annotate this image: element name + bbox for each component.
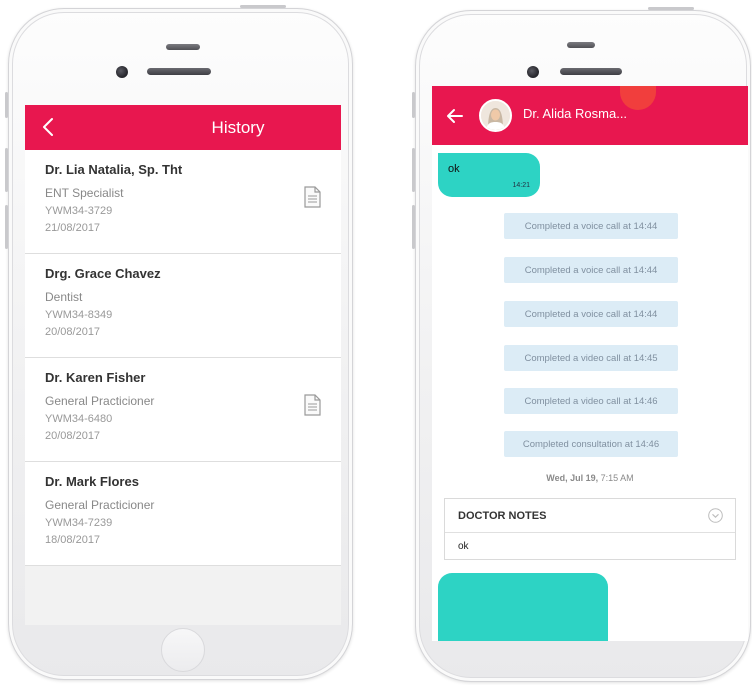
system-message: Completed a video call at 14:45 — [504, 345, 678, 371]
system-message: Completed a video call at 14:46 — [504, 388, 678, 414]
volume-down-right — [412, 205, 415, 249]
chat-message-list[interactable]: ok 14:21 Completed a voice call at 14:44… — [432, 145, 748, 641]
consultation-date: 20/08/2017 — [45, 326, 101, 338]
chevron-down-icon[interactable] — [708, 508, 723, 523]
chat-app-bar: Dr. Alida Rosma... — [432, 86, 748, 145]
consultation-date: 20/08/2017 — [45, 430, 101, 442]
consultation-code: YWM34-6480 — [45, 413, 113, 425]
system-message: Completed a voice call at 14:44 — [504, 257, 678, 283]
system-message: Completed a voice call at 14:44 — [504, 301, 678, 327]
mute-switch-right — [412, 92, 415, 118]
doctor-avatar[interactable] — [479, 99, 512, 132]
doctor-notes-header[interactable]: DOCTOR NOTES — [445, 499, 735, 533]
volume-up-left — [5, 148, 8, 192]
date-separator-day: Wed, Jul 19, — [546, 473, 599, 483]
doctor-notes-card[interactable]: DOCTOR NOTES ok — [444, 498, 736, 560]
date-separator-time: 7:15 AM — [598, 473, 634, 483]
chat-screen: Dr. Alida Rosma... ok 14:21 Completed a … — [432, 86, 748, 641]
doctor-name: Dr. Mark Flores — [45, 474, 139, 489]
top-speaker-right — [567, 42, 595, 48]
doctor-specialty: General Practicioner — [45, 498, 155, 512]
home-button-left[interactable] — [161, 628, 205, 672]
message-time: 14:21 — [512, 182, 530, 189]
history-list-item[interactable]: Dr. Karen Fisher General Practicioner YW… — [25, 358, 341, 462]
chat-bubble[interactable] — [438, 573, 608, 641]
consultation-date: 21/08/2017 — [45, 222, 101, 234]
date-separator: Wed, Jul 19, 7:15 AM — [432, 473, 748, 483]
top-speaker-left — [166, 44, 200, 50]
document-icon[interactable] — [303, 186, 321, 208]
power-button-left — [240, 5, 286, 8]
history-list-item[interactable]: Drg. Grace Chavez Dentist YWM34-8349 20/… — [25, 254, 341, 358]
earpiece-left — [147, 68, 211, 75]
doctor-name: Drg. Grace Chavez — [45, 266, 161, 281]
message-text: ok — [448, 163, 460, 175]
consultation-date: 18/08/2017 — [45, 534, 101, 546]
back-arrow-icon[interactable] — [39, 116, 59, 138]
doctor-specialty: General Practicioner — [45, 394, 155, 408]
volume-down-left — [5, 205, 8, 249]
doctor-name: Dr. Karen Fisher — [45, 370, 146, 385]
system-message: Completed consultation at 14:46 — [504, 431, 678, 457]
doctor-specialty: ENT Specialist — [45, 186, 124, 200]
back-arrow-icon[interactable] — [446, 108, 464, 124]
consultation-code: YWM34-7239 — [45, 517, 113, 529]
doctor-notes-text: ok — [458, 541, 469, 552]
power-button-right — [648, 7, 694, 10]
doctor-specialty: Dentist — [45, 290, 83, 304]
document-icon[interactable] — [303, 394, 321, 416]
chat-doctor-name: Dr. Alida Rosma... — [523, 106, 628, 121]
earpiece-right — [560, 68, 622, 75]
page-title: History — [211, 117, 265, 137]
consultation-code: YWM34-8349 — [45, 309, 113, 321]
history-list-item[interactable]: Dr. Lia Natalia, Sp. Tht ENT Specialist … — [25, 150, 341, 254]
volume-up-right — [412, 148, 415, 192]
front-camera-left — [116, 66, 128, 78]
system-message: Completed a voice call at 14:44 — [504, 213, 678, 239]
history-list-item[interactable]: Dr. Mark Flores General Practicioner YWM… — [25, 462, 341, 566]
consultation-code: YWM34-3729 — [45, 205, 113, 217]
history-app-bar: History — [25, 105, 341, 150]
doctor-notes-label: DOCTOR NOTES — [458, 510, 547, 522]
history-screen: History Dr. Lia Natalia, Sp. Tht ENT Spe… — [25, 105, 341, 625]
front-camera-right — [527, 66, 539, 78]
chat-bubble[interactable]: ok 14:21 — [438, 153, 540, 197]
doctor-name: Dr. Lia Natalia, Sp. Tht — [45, 162, 183, 177]
mute-switch-left — [5, 92, 8, 118]
